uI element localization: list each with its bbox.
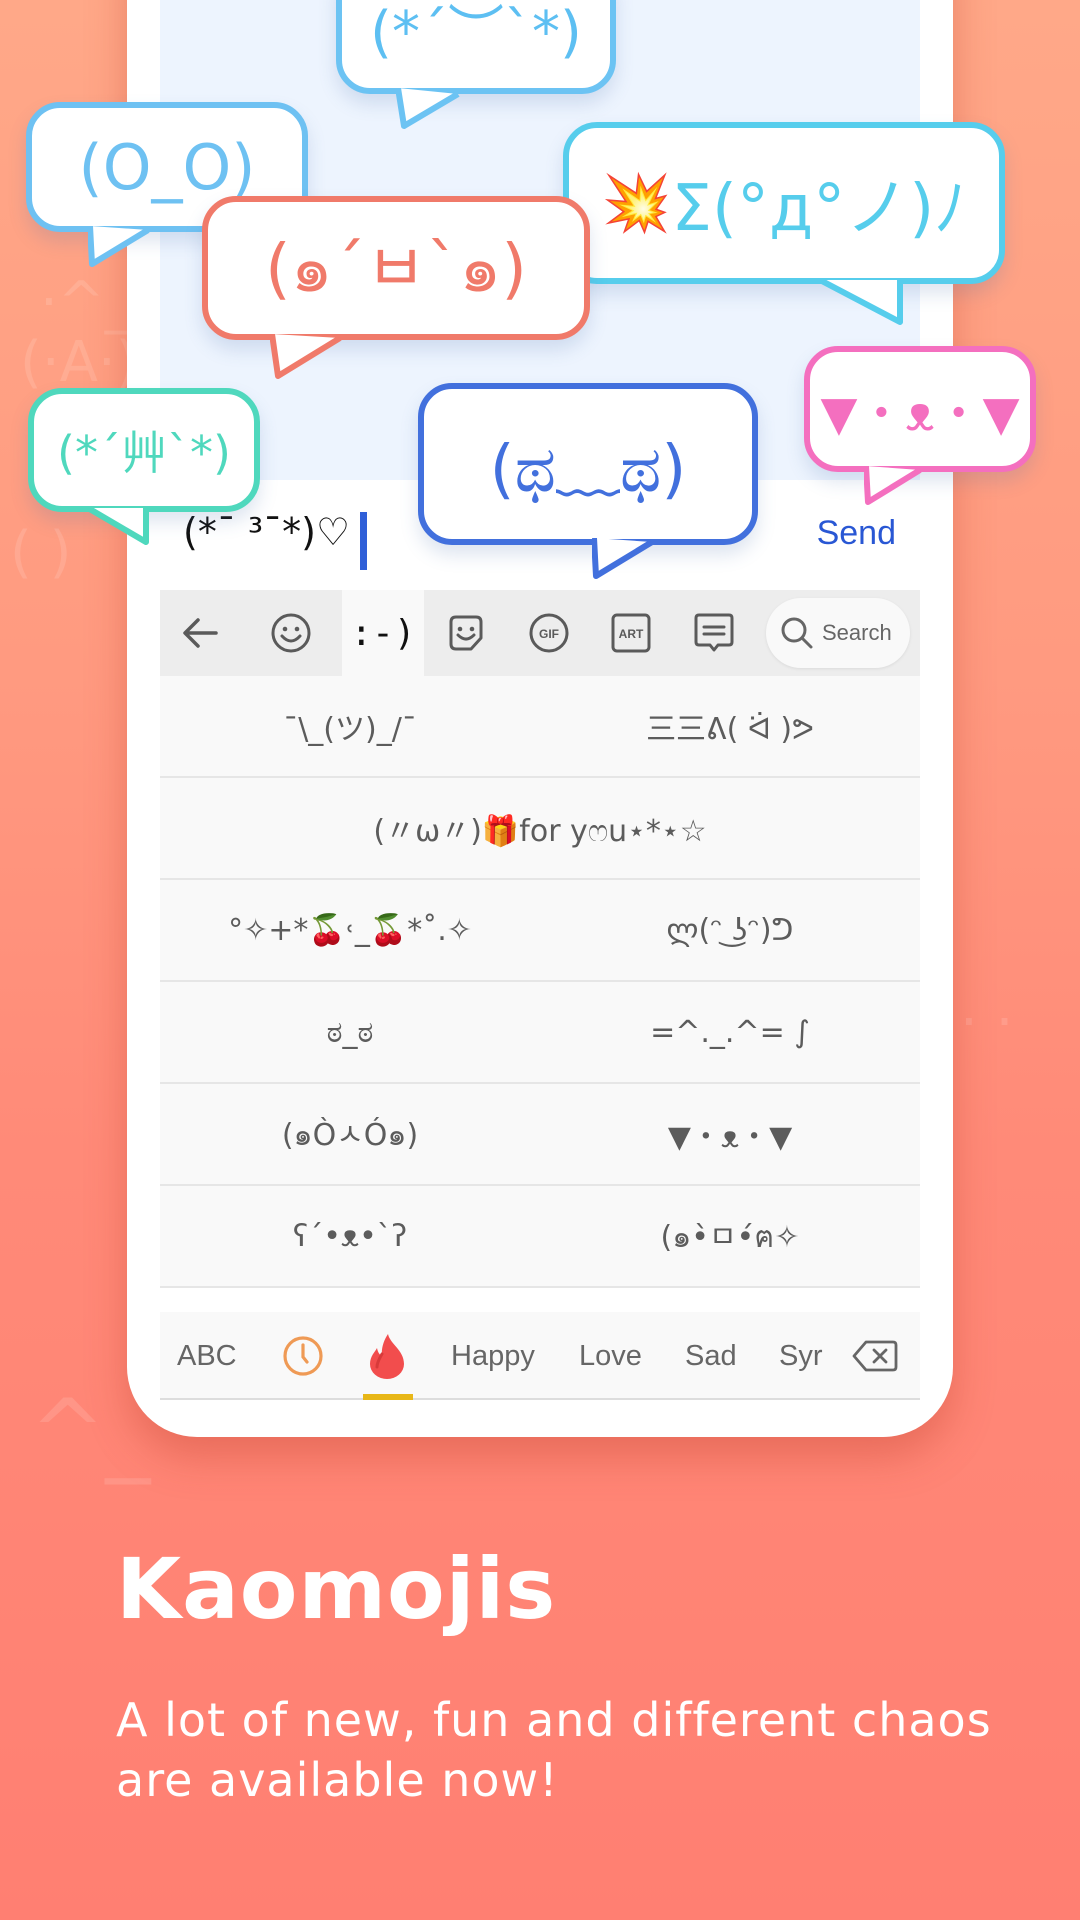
quick-text-tab[interactable] (672, 590, 756, 676)
chat-bubble: (๑´ㅂ`๑) (202, 196, 590, 340)
text-caret (360, 512, 367, 570)
category-hot[interactable] (366, 1312, 408, 1400)
chat-bubble: 💥 Σ(°д°ノ)ﾉ (563, 122, 1005, 284)
kaomoji-item[interactable]: ▼・ᴥ・▼ (540, 1112, 920, 1156)
kaomoji-item[interactable]: (๑ÒㅅÓ๑) (160, 1110, 540, 1159)
bubble-tail (864, 466, 922, 505)
art-tab[interactable]: ART (590, 590, 672, 676)
gif-icon: GIF (529, 613, 569, 653)
kaomoji-row: (๑ÒㅅÓ๑) ▼・ᴥ・▼ (160, 1084, 920, 1186)
category-sad[interactable]: Sad (685, 1312, 737, 1400)
svg-text:GIF: GIF (539, 627, 559, 641)
arrow-left-icon (183, 618, 218, 648)
feature-headline: Kaomojis (116, 1540, 557, 1638)
bubble-text: Σ(°д°ノ)ﾉ (671, 172, 967, 246)
gif-tab[interactable]: GIF (508, 590, 590, 676)
sticker-icon (449, 615, 483, 651)
message-input[interactable]: (*¯ ³¯*)♡ (183, 510, 350, 554)
bubble-tail (88, 506, 149, 545)
kaomoji-row: ¯\_(ツ)_/¯ 三三ᕕ( ᐛ )ᕗ (160, 676, 920, 778)
bubble-tail (820, 278, 903, 325)
send-button[interactable]: Send (817, 514, 896, 553)
chat-bubble: (*´艸`*) (28, 388, 260, 512)
clock-icon (283, 1336, 323, 1376)
kaomoji-item[interactable]: (〃ω〃)🎁for yෆu⋆*⋆☆ (160, 806, 920, 850)
emoji-tab[interactable] (240, 590, 342, 676)
chat-bubble: (*´︶`*) (336, 0, 616, 94)
chat-bubble: ▼・ᴥ・▼ (804, 346, 1036, 472)
search-icon (781, 617, 813, 649)
kaomoji-item[interactable]: °✧+*🍒˓_🍒*˚.✧ (160, 913, 540, 948)
kaomoji-row: °✧+*🍒˓_🍒*˚.✧ ლ(ᵔ ͜ʖᵔ)ᕤ (160, 880, 920, 982)
explosion-icon: 💥 (601, 171, 672, 236)
active-category-indicator (363, 1394, 413, 1400)
flame-icon (370, 1334, 404, 1379)
art-icon: ART (611, 613, 651, 653)
background-decoration: ( ) (10, 520, 72, 585)
delete-button[interactable] (852, 1312, 898, 1400)
chat-bubble: (ಥ﹏ಥ) (418, 383, 758, 545)
bubble-text: ▼・ᴥ・▼ (820, 386, 1020, 442)
kaomoji-item[interactable]: =^._.^= ∫ (540, 1015, 920, 1050)
abc-button[interactable]: ABC (177, 1312, 237, 1400)
kaomoji-row: (〃ω〃)🎁for yෆu⋆*⋆☆ (160, 778, 920, 880)
category-love[interactable]: Love (579, 1312, 642, 1400)
backspace-icon (852, 1340, 898, 1372)
bubble-text: (*´︶`*) (370, 0, 582, 65)
category-happy[interactable]: Happy (451, 1312, 535, 1400)
search-label: Search (822, 620, 892, 645)
smiley-icon (271, 613, 311, 653)
bubble-text: (ಥ﹏ಥ) (489, 433, 687, 507)
category-bar: ABC Happy Love Sad Syr (160, 1312, 920, 1400)
bubble-tail (396, 88, 460, 129)
feature-description: A lot of new, fun and different chaos ar… (116, 1693, 992, 1807)
kaomoji-item[interactable]: ¯\_(ツ)_/¯ (160, 704, 540, 748)
search-button[interactable]: Search (766, 598, 910, 668)
sticker-tab[interactable] (424, 590, 508, 676)
kaomoji-item[interactable]: ლ(ᵔ ͜ʖᵔ)ᕤ (540, 913, 920, 948)
kaomoji-item[interactable]: 三三ᕕ( ᐛ )ᕗ (540, 704, 920, 748)
bubble-tail (592, 538, 654, 579)
back-button[interactable] (160, 590, 240, 676)
kaomoji-row: ʕ´•ᴥ•`ʔ (๑•̀ㅁ•́ฅ✧ (160, 1186, 920, 1288)
bubble-tail (88, 226, 150, 267)
background-decoration: (·A·) (20, 330, 138, 395)
kaomoji-list: ¯\_(ツ)_/¯ 三三ᕕ( ᐛ )ᕗ (〃ω〃)🎁for yෆu⋆*⋆☆ °✧… (160, 676, 920, 1288)
bubble-tail (270, 334, 342, 379)
category-syr[interactable]: Syr (779, 1312, 823, 1400)
kaomoji-item[interactable]: ʕ´•ᴥ•`ʔ (160, 1219, 540, 1254)
kaomoji-row: ಠ_ಠ =^._.^= ∫ (160, 982, 920, 1084)
svg-text:ART: ART (619, 627, 644, 641)
kaomoji-item[interactable]: ಠ_ಠ (160, 1015, 540, 1050)
background-decoration: · · (960, 990, 1014, 1055)
kaomoji-item[interactable]: (๑•̀ㅁ•́ฅ✧ (540, 1212, 920, 1261)
bubble-text: (๑´ㅂ`๑) (264, 230, 527, 307)
kaomoji-tab[interactable]: :-) (342, 590, 424, 676)
bubble-text: (*´艸`*) (57, 426, 231, 480)
bubble-text: (O_O) (78, 130, 256, 204)
keyboard-toolbar: :-) GIF ART Search (160, 590, 920, 676)
category-recent[interactable] (281, 1312, 325, 1400)
message-icon (694, 613, 734, 652)
